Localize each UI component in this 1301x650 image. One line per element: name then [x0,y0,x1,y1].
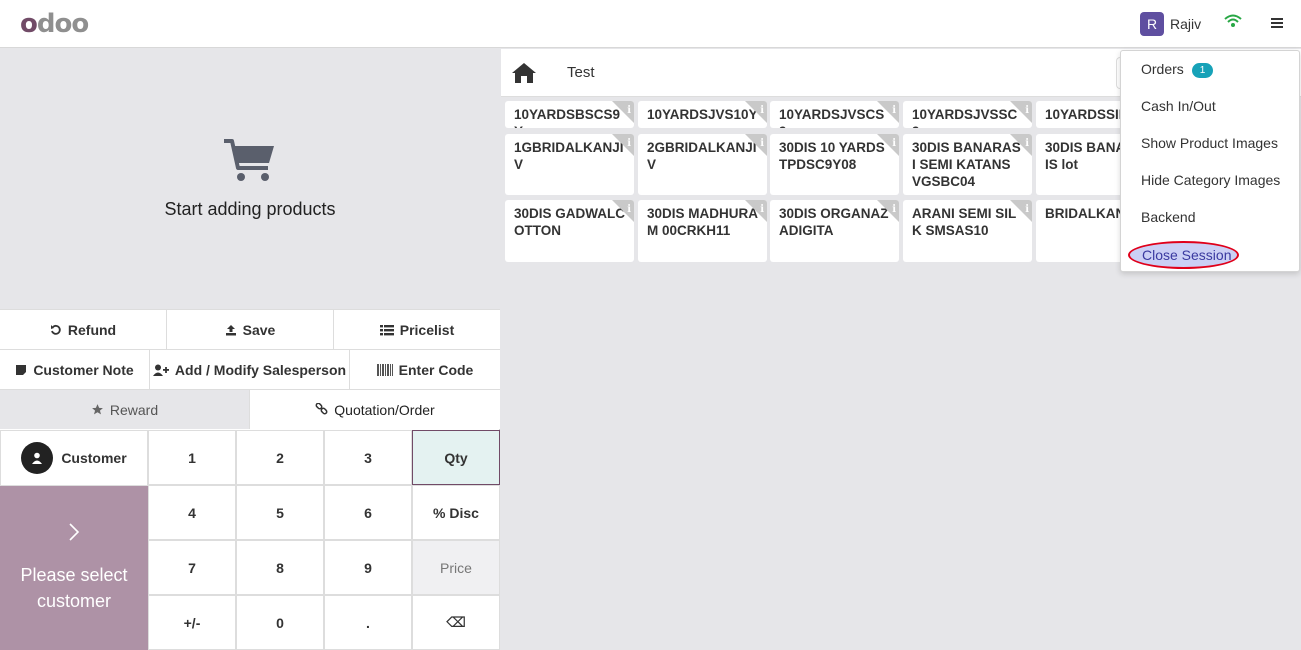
customer-button[interactable]: Customer [0,430,148,486]
upload-icon [225,324,236,335]
customer-avatar-icon [21,442,54,474]
product-card[interactable]: i ARANI SEMI SILK SMSAS10 [903,200,1032,262]
breadcrumb-category[interactable]: Test [567,64,595,81]
info-icon[interactable]: i [892,102,896,119]
numpad-key-8[interactable]: 8 [236,540,324,595]
menu-item-hide-category-images[interactable]: Hide Category Images [1141,172,1280,188]
reward-button[interactable]: Reward [0,390,250,429]
numpad-key-9[interactable]: 9 [324,540,412,595]
empty-order-text: Start adding products [164,199,336,219]
info-icon[interactable]: i [892,201,896,218]
menu-item-cash-in-out[interactable]: Cash In/Out [1141,98,1216,114]
control-row-1: Refund Save Pricelist [0,309,500,349]
product-card[interactable]: i 1GBRIDALKANJIV [505,134,634,195]
user-plus-icon [152,364,169,376]
user-name: Rajiv [1170,16,1202,32]
product-card[interactable]: i10YARDSBSCS9Y [505,101,634,128]
user-avatar: R [1140,12,1164,36]
numpad-key-5[interactable]: 5 [236,485,324,540]
wifi-icon[interactable] [1224,14,1242,33]
numpad-key-0[interactable]: 0 [236,595,324,650]
numpad-key-6[interactable]: 6 [324,485,412,540]
numpad-area: Customer Please select customer 1 2 3 Qt… [0,430,500,650]
product-card[interactable]: i 30DIS ORGANAZADIGITA [770,200,899,262]
link-icon [315,403,328,415]
menu-item-backend[interactable]: Backend [1141,209,1195,225]
product-card[interactable]: i 10YARDSJVS10Y [638,101,767,128]
orders-count-badge: 1 [1191,63,1214,78]
product-card[interactable]: i10YARDSJVSSC9 [903,101,1032,128]
undo-icon [50,324,61,335]
numpad-key-plus-minus[interactable]: +/- [148,595,236,650]
hamburger-menu-icon[interactable] [1270,16,1284,34]
cart-icon [222,138,278,189]
info-icon[interactable]: i [1025,102,1029,119]
note-icon [16,364,27,375]
order-panel: Start adding products Refund Save Pricel… [0,49,500,650]
odoo-logo: odoo [20,9,89,39]
control-row-3: Reward Quotation/Order [0,389,500,429]
product-card[interactable]: i 30DIS 10 YARDS TPDSC9Y08 [770,134,899,195]
numpad-key-3[interactable]: 3 [324,430,412,485]
menu-item-orders[interactable]: Orders 1 [1141,61,1214,78]
disc-mode-button[interactable]: % Disc [412,485,500,540]
numpad-key-4[interactable]: 4 [148,485,236,540]
product-card[interactable]: i 30DIS MADHURAM 00CRKH11 [638,200,767,262]
star-icon [91,404,103,415]
refund-button[interactable]: Refund [0,310,167,349]
home-icon[interactable] [511,62,537,89]
barcode-icon [376,363,393,376]
pricelist-button[interactable]: Pricelist [334,310,500,349]
pos-dropdown-menu: Orders 1 Cash In/Out Show Product Images … [1120,50,1300,272]
top-navbar: odoo R Rajiv [0,0,1301,48]
chevron-right-icon [68,522,80,548]
payment-button[interactable]: Please select customer [0,486,148,650]
salesperson-button[interactable]: Add / Modify Salesperson [150,350,350,389]
info-icon[interactable]: i [1025,135,1029,152]
price-mode-button[interactable]: Price [412,540,500,595]
product-card[interactable]: i 30DIS BANARASI SEMI KATANS VGSBC04 [903,134,1032,195]
list-icon [379,324,394,335]
product-card[interactable]: i 30DIS GADWALCOTTON [505,200,634,262]
info-icon[interactable]: i [1025,201,1029,218]
numpad-key-decimal[interactable]: . [324,595,412,650]
product-card[interactable]: i10YARDSJVSCS9 [770,101,899,128]
customer-note-button[interactable]: Customer Note [0,350,150,389]
backspace-button[interactable]: ⌫ [412,595,500,650]
numpad-key-1[interactable]: 1 [148,430,236,485]
enter-code-button[interactable]: Enter Code [350,350,500,389]
numpad-key-2[interactable]: 2 [236,430,324,485]
info-icon[interactable]: i [627,102,631,119]
menu-item-show-product-images[interactable]: Show Product Images [1141,135,1278,151]
qty-mode-button[interactable]: Qty [412,430,500,485]
info-icon[interactable]: i [892,135,896,152]
quotation-order-button[interactable]: Quotation/Order [250,390,500,429]
empty-order: Start adding products [0,49,500,309]
numpad-keys: 1 2 3 Qty 4 5 6 % Disc 7 8 9 Price +/- 0… [148,430,500,650]
info-icon[interactable]: i [627,135,631,152]
info-icon[interactable]: i [760,201,764,218]
product-card[interactable]: i 2GBRIDALKANJIV [638,134,767,195]
info-icon[interactable]: i [760,102,764,119]
info-icon[interactable]: i [760,135,764,152]
save-button[interactable]: Save [167,310,334,349]
control-row-2: Customer Note Add / Modify Salesperson E… [0,349,500,389]
info-icon[interactable]: i [627,201,631,218]
user-menu[interactable]: R Rajiv [1140,12,1201,36]
numpad-key-7[interactable]: 7 [148,540,236,595]
menu-item-close-session[interactable]: Close Session [1128,241,1239,269]
